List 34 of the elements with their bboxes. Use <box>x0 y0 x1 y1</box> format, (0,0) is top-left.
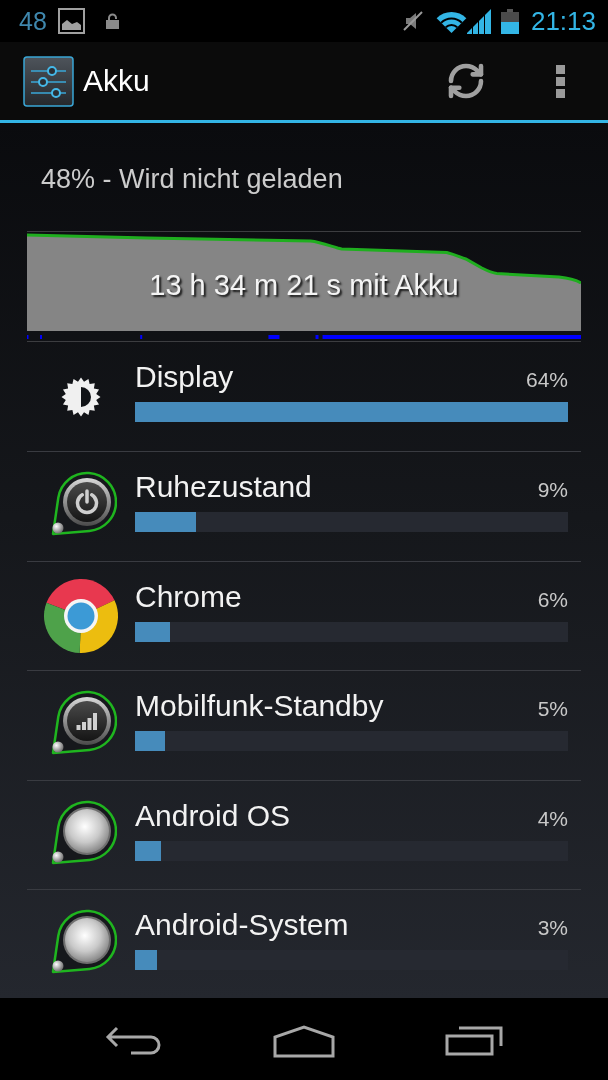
notification-count: 48 <box>19 6 47 36</box>
screen-title: Akku <box>83 63 150 99</box>
overflow-menu-icon <box>555 64 565 98</box>
usage-name: Android OS <box>135 798 291 833</box>
brightness-icon <box>61 376 101 417</box>
usage-percent: 3% <box>537 916 568 940</box>
activity-segment <box>140 335 143 339</box>
usage-percent: 4% <box>537 806 568 831</box>
usage-percent: 9% <box>537 478 568 502</box>
recents-icon <box>445 1026 503 1056</box>
activity-segment <box>315 335 319 339</box>
activity-segment <box>268 335 280 339</box>
usage-name: Chrome <box>135 579 242 614</box>
battery-status: 48% - Wird nicht geladen <box>41 163 343 195</box>
lock-icon <box>105 13 119 29</box>
clock-time: 21:13 <box>530 6 596 36</box>
refresh-icon <box>446 61 486 101</box>
usage-name: Android-System <box>135 908 349 942</box>
app-logo-icon <box>43 577 119 654</box>
activity-segment <box>40 335 43 339</box>
usage-name: Display <box>135 360 234 394</box>
graph-caption: 13 h 34 m 21 s mit Akku <box>149 268 459 302</box>
image-icon <box>57 8 85 34</box>
back-icon <box>105 1026 163 1056</box>
usage-name: Ruhezustand <box>135 470 312 504</box>
usage-percent: 5% <box>537 697 568 721</box>
usage-name: Mobilfunk-Standby <box>135 689 384 723</box>
muted-icon <box>401 10 424 32</box>
sliders-app-icon[interactable] <box>23 55 74 107</box>
signal-icon <box>466 8 491 34</box>
battery-icon <box>500 8 519 34</box>
home-icon <box>273 1024 335 1058</box>
usage-percent: 6% <box>537 587 568 612</box>
usage-percent: 64% <box>525 368 568 392</box>
